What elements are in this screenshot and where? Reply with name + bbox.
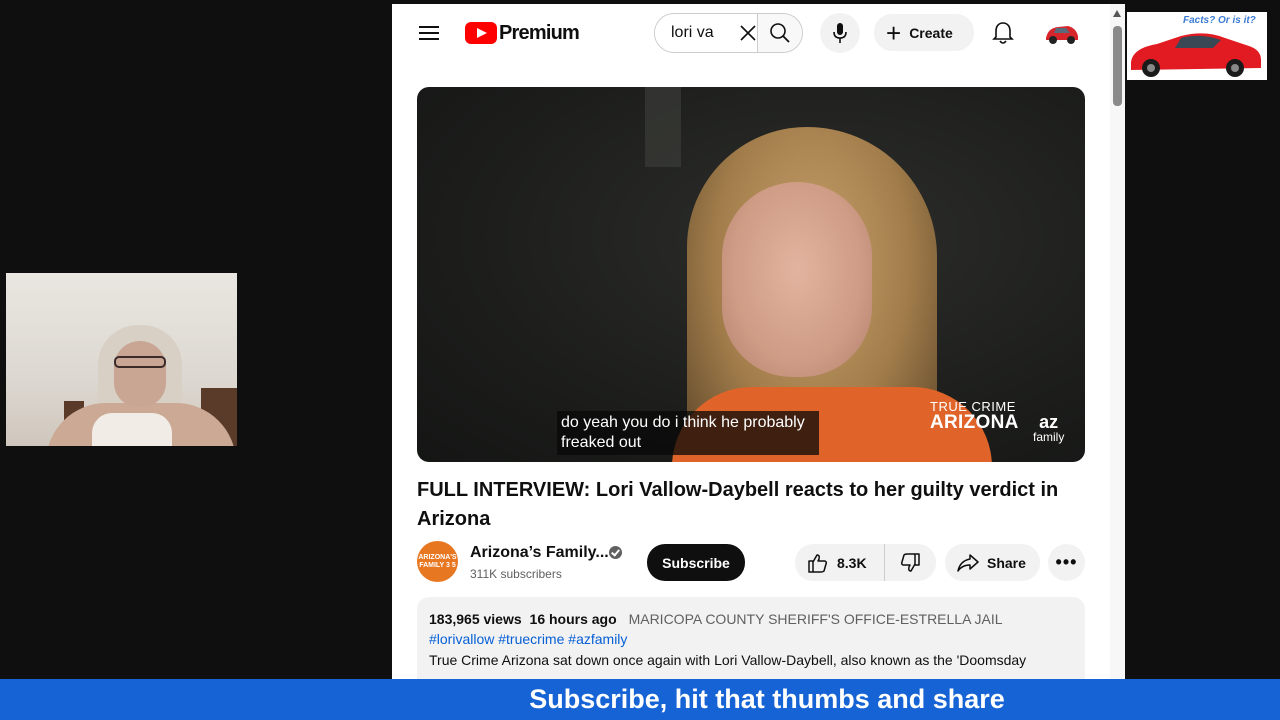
webcam-person-glasses xyxy=(114,356,166,368)
watermark-family: family xyxy=(1033,430,1065,444)
scroll-up-arrow-icon[interactable] xyxy=(1113,10,1121,17)
video-player[interactable]: do yeah you do i think he probably freak… xyxy=(417,87,1085,462)
subscribe-button[interactable]: Subscribe xyxy=(647,544,745,581)
youtube-logo[interactable]: Premium xyxy=(465,20,580,46)
caption-line-2: freaked out xyxy=(561,434,642,451)
true-crime-watermark: TRUE CRIME ARIZONA xyxy=(930,400,1019,432)
location[interactable]: MARICOPA COUNTY SHERIFF'S OFFICE-ESTRELL… xyxy=(629,611,1003,627)
description-text: True Crime Arizona sat down once again w… xyxy=(429,652,1027,668)
video-person-face xyxy=(722,182,872,377)
webcam-person-top xyxy=(92,413,172,446)
channel-avatar[interactable]: ARIZONA'S FAMILY 3 5 xyxy=(417,541,458,582)
thumbs-down-icon xyxy=(900,552,920,572)
watermark-az: az xyxy=(1039,412,1059,432)
create-button[interactable]: + Create xyxy=(874,14,974,51)
verified-icon xyxy=(609,546,622,559)
like-count: 8.3K xyxy=(837,554,867,571)
subscriber-count: 311K subscribers xyxy=(470,567,562,581)
mic-icon xyxy=(833,23,847,43)
scroll-thumb[interactable] xyxy=(1113,26,1122,106)
red-car-image xyxy=(1131,33,1261,77)
search-icon xyxy=(770,23,790,43)
subscribe-banner: Subscribe, hit that thumbs and share xyxy=(0,679,1280,720)
description-meta: 183,965 views 16 hours ago MARICOPA COUN… xyxy=(429,609,1073,629)
like-dislike-group: 8.3K xyxy=(795,544,936,581)
banner-text: Subscribe, hit that thumbs and share xyxy=(529,684,1005,714)
search-button[interactable] xyxy=(757,14,802,52)
search-box xyxy=(654,13,803,53)
voice-search-button[interactable] xyxy=(820,13,860,53)
masthead: Premium + Create xyxy=(392,4,1125,62)
clear-icon[interactable] xyxy=(739,14,757,52)
youtube-watch-page: Premium + Create xyxy=(392,4,1125,679)
thumbs-up-icon xyxy=(808,553,828,573)
caption-line-1: do yeah you do i think he probably xyxy=(561,414,805,431)
logo-text: Premium xyxy=(499,21,580,44)
hashtag-link[interactable]: #lorivallow xyxy=(429,631,494,647)
channel-name[interactable]: Arizona’s Family... xyxy=(470,544,609,562)
video-caption: do yeah you do i think he probably freak… xyxy=(557,411,819,455)
youtube-logo-icon xyxy=(465,22,497,44)
account-avatar[interactable] xyxy=(1044,18,1080,48)
hashtags: #lorivallow #truecrime #azfamily xyxy=(429,629,1073,650)
plus-icon: + xyxy=(886,17,902,48)
upload-time: 16 hours ago xyxy=(529,611,617,627)
dislike-button[interactable] xyxy=(885,544,935,581)
bell-icon xyxy=(992,22,1014,44)
webcam-person-face xyxy=(114,341,166,407)
notifications-button[interactable] xyxy=(989,18,1017,48)
more-icon[interactable]: ••• xyxy=(1048,544,1085,581)
azfamily-watermark: az family xyxy=(1033,413,1064,443)
share-label: Share xyxy=(987,554,1026,571)
hashtag-link[interactable]: #truecrime xyxy=(498,631,564,647)
create-label: Create xyxy=(909,24,953,41)
hashtag-link[interactable]: #azfamily xyxy=(568,631,627,647)
share-button[interactable]: Share xyxy=(945,544,1040,581)
scrollbar[interactable] xyxy=(1110,4,1125,679)
like-button[interactable]: 8.3K xyxy=(795,544,885,581)
description-box[interactable]: 183,965 views 16 hours ago MARICOPA COUN… xyxy=(417,597,1085,679)
search-input[interactable] xyxy=(655,14,739,52)
menu-icon[interactable] xyxy=(414,20,444,46)
webcam-overlay xyxy=(6,273,237,446)
video-title: FULL INTERVIEW: Lori Vallow-Daybell reac… xyxy=(417,479,1059,530)
view-count: 183,965 views xyxy=(429,611,522,627)
share-icon xyxy=(957,553,979,572)
channel-thumbnail-overlay: Facts? Or is it? xyxy=(1127,12,1267,80)
watermark-line-2: ARIZONA xyxy=(930,412,1019,433)
video-background-light xyxy=(645,87,681,167)
